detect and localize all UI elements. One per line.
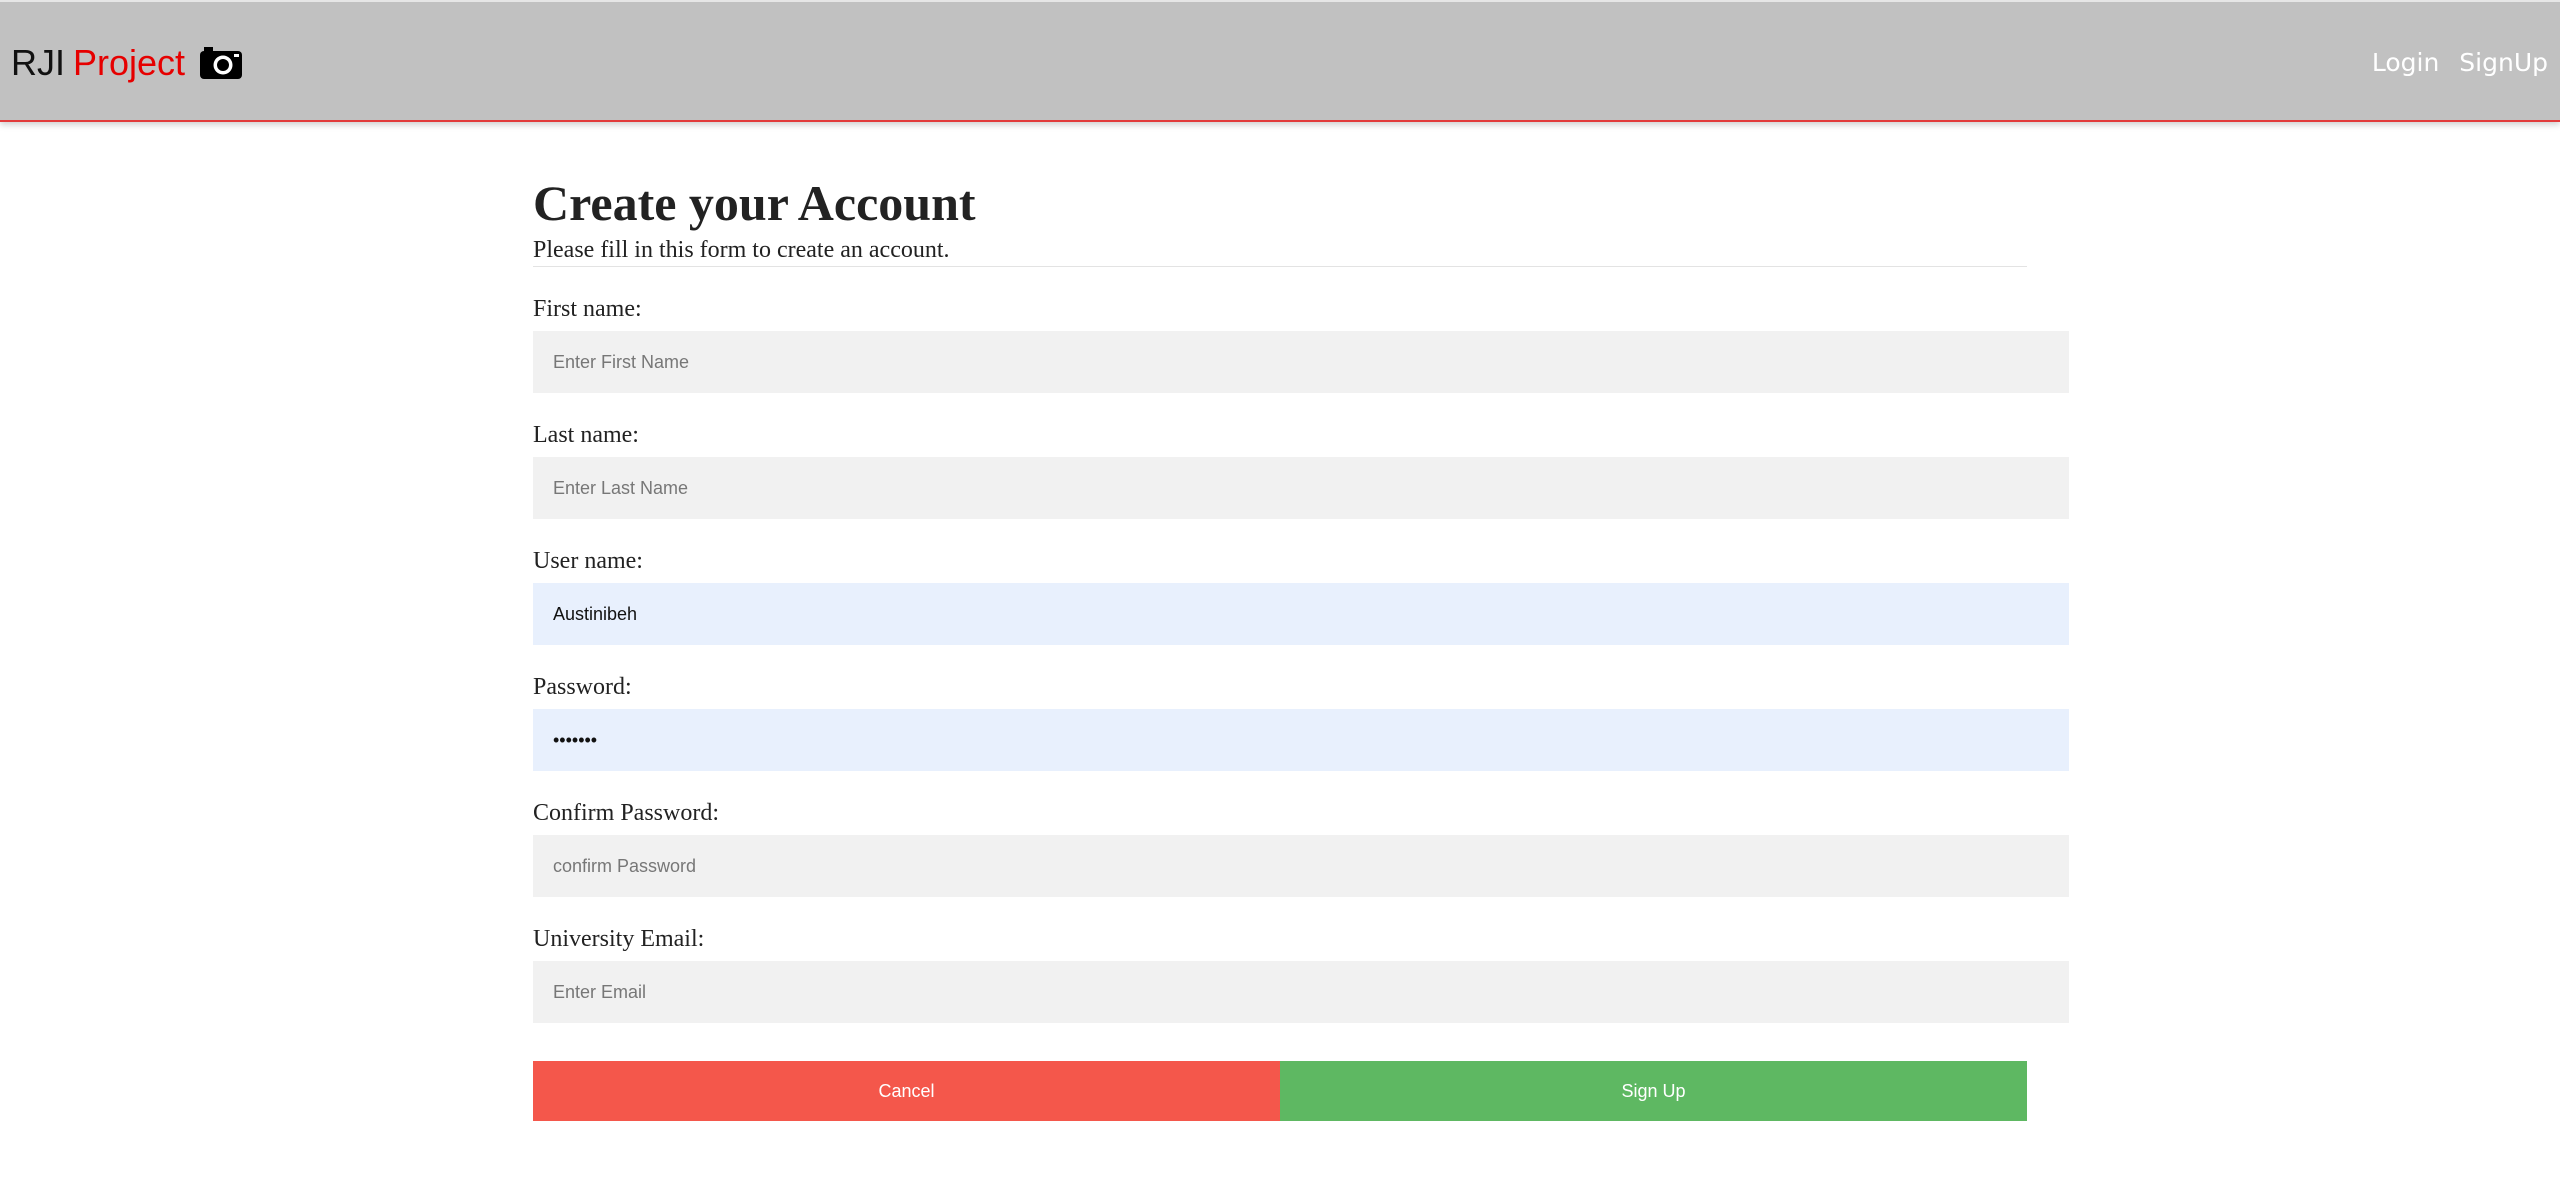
cancel-button[interactable]: Cancel [533, 1061, 1280, 1121]
brand-text-project: Project [73, 42, 186, 83]
nav-login-link[interactable]: Login [2372, 46, 2439, 80]
last-name-group: Last name: [533, 421, 2069, 519]
divider [533, 266, 2027, 267]
first-name-group: First name: [533, 295, 2069, 393]
username-group: User name: [533, 547, 2069, 645]
brand-logo[interactable]: RJI Project [11, 41, 243, 85]
confirm-password-label: Confirm Password: [533, 800, 719, 826]
first-name-label: First name: [533, 296, 642, 322]
nav-signup-link[interactable]: SignUp [2459, 46, 2548, 80]
brand-text-rji: RJI [11, 42, 65, 83]
password-label: Password: [533, 674, 632, 700]
last-name-input[interactable] [533, 457, 2069, 519]
university-email-label: University Email: [533, 926, 705, 952]
username-label: User name: [533, 548, 643, 574]
top-navbar: RJI Project Login SignUp [0, 0, 2560, 122]
form-buttons: Cancel Sign Up [533, 1061, 2027, 1121]
first-name-input[interactable] [533, 331, 2069, 393]
username-input[interactable] [533, 583, 2069, 645]
nav-links: Login SignUp [2372, 46, 2548, 80]
university-email-input[interactable] [533, 961, 2069, 1023]
form-subtitle: Please fill in this form to create an ac… [533, 237, 950, 263]
sign-up-button[interactable]: Sign Up [1280, 1061, 2027, 1121]
password-input[interactable] [533, 709, 2069, 771]
confirm-password-group: Confirm Password: [533, 799, 2069, 897]
page-title: Create your Account [533, 175, 976, 231]
password-group: Password: [533, 673, 2069, 771]
confirm-password-input[interactable] [533, 835, 2069, 897]
camera-icon [200, 47, 243, 79]
university-email-group: University Email: [533, 925, 2069, 1023]
last-name-label: Last name: [533, 422, 639, 448]
signup-form: Create your Account Please fill in this … [533, 170, 2069, 1121]
